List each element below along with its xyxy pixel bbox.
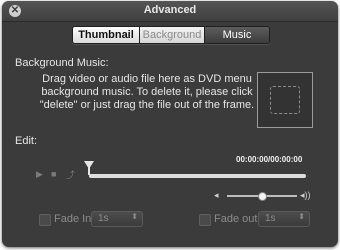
tab-thumbnail[interactable]: Thumbnail [73, 27, 140, 43]
background-music-description: Drag video or audio file here as DVD men… [39, 73, 255, 111]
timecode: 00:00:00/00:00:00 [236, 155, 303, 164]
drop-placeholder [270, 86, 300, 114]
tab-background[interactable]: Background [140, 27, 205, 43]
background-music-heading: Background Music: [15, 57, 109, 69]
fade-out-label: Fade out: [214, 213, 261, 225]
stop-icon[interactable]: ■ [51, 169, 56, 179]
fade-out-checkbox[interactable] [199, 214, 211, 226]
timeline-track[interactable] [89, 174, 306, 178]
fade-out-select[interactable]: 1s ⬍ [258, 211, 310, 227]
tab-music[interactable]: Music [205, 27, 269, 43]
volume-high-icon: ◂)) [300, 190, 311, 200]
fade-in-checkbox[interactable] [39, 214, 51, 226]
volume-low-icon: ◂ [214, 190, 219, 200]
music-drop-frame[interactable] [257, 72, 313, 128]
fade-out-value: 1s [265, 213, 276, 224]
tab-bar: Thumbnail Background Music [72, 26, 270, 44]
volume-knob[interactable] [258, 192, 267, 201]
advanced-window: ✕ Advanced Thumbnail Background Music Ba… [2, 1, 338, 247]
select-arrows-icon: ⬍ [131, 212, 138, 221]
window-title: Advanced [143, 4, 197, 16]
select-arrows-icon: ⬍ [298, 212, 305, 221]
fade-in-label: Fade In: [54, 213, 95, 225]
playhead-stem [88, 167, 90, 175]
fade-in-value: 1s [98, 213, 109, 224]
title-bar: ✕ Advanced [2, 1, 338, 22]
export-icon[interactable]: ⤴ [66, 168, 75, 181]
play-icon[interactable]: ▶ [36, 169, 43, 180]
edit-heading: Edit: [15, 135, 38, 147]
fade-in-select[interactable]: 1s ⬍ [91, 211, 143, 227]
